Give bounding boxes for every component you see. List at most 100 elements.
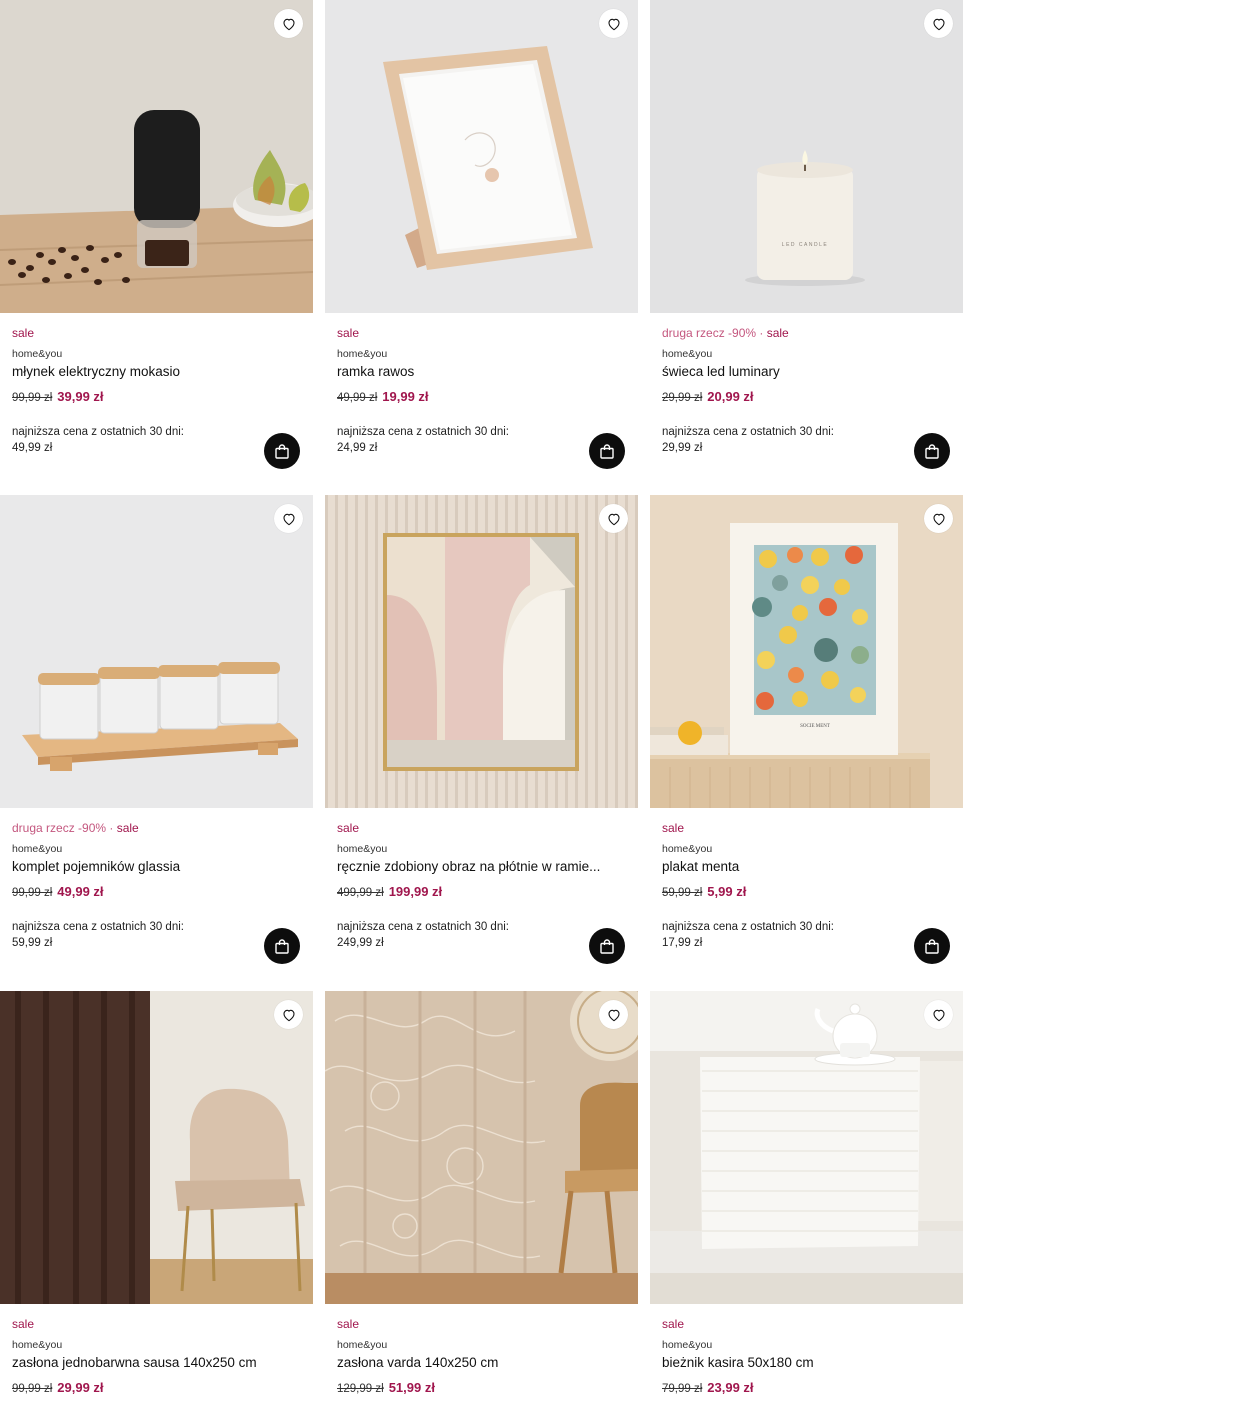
shopping-bag-icon <box>925 443 939 459</box>
old-price: 99,99 zł <box>12 1383 53 1395</box>
product-name[interactable]: młynek elektryczny mokasio <box>12 363 297 381</box>
product-card[interactable]: sale home&you zasłona jednobarwna sausa … <box>0 991 313 1397</box>
sale-price: 19,99 zł <box>382 389 429 404</box>
product-image[interactable] <box>0 991 313 1304</box>
promo-tags: sale <box>337 820 626 836</box>
product-name[interactable]: plakat menta <box>662 858 947 876</box>
sale-price: 29,99 zł <box>57 1380 104 1395</box>
product-brand: home&you <box>12 843 63 855</box>
heart-icon <box>607 513 620 525</box>
add-to-cart-button[interactable] <box>914 433 950 469</box>
lowest-price-label: najniższa cena z ostatnich 30 dni: <box>337 426 509 438</box>
old-price: 79,99 zł <box>662 1383 703 1395</box>
add-to-cart-button[interactable] <box>264 433 300 469</box>
lowest-price-label: najniższa cena z ostatnich 30 dni: <box>337 921 509 933</box>
product-brand: home&you <box>337 843 388 855</box>
wishlist-button[interactable] <box>924 1000 953 1029</box>
product-name[interactable]: zasłona varda 140x250 cm <box>337 1354 622 1372</box>
wishlist-button[interactable] <box>924 9 953 38</box>
promo-tags: sale <box>12 1316 301 1332</box>
product-prices: 79,99 zł 23,99 zł <box>662 1379 951 1397</box>
product-card[interactable]: sale home&you ręcznie zdobiony obraz na … <box>325 495 638 964</box>
wishlist-button[interactable] <box>599 9 628 38</box>
promo-tag: druga rzecz -90% <box>662 326 757 340</box>
wishlist-button[interactable] <box>599 1000 628 1029</box>
wishlist-button[interactable] <box>924 504 953 533</box>
promo-tags: druga rzecz -90% · sale <box>12 821 139 835</box>
candle-label: LED CANDLE <box>782 242 828 248</box>
wishlist-button[interactable] <box>274 9 303 38</box>
product-prices: 99,99 zł 49,99 zł <box>12 883 301 901</box>
product-image[interactable] <box>0 495 313 808</box>
product-brand: home&you <box>337 1339 388 1351</box>
photo-frame-photo <box>325 0 638 313</box>
product-brand: home&you <box>12 348 63 360</box>
table-runner-photo <box>650 991 963 1304</box>
add-to-cart-button[interactable] <box>589 433 625 469</box>
add-to-cart-button[interactable] <box>914 928 950 964</box>
sale-tag: sale <box>337 1317 360 1331</box>
lowest-price-value: 249,99 zł <box>337 937 384 949</box>
heart-icon <box>932 1009 945 1021</box>
product-card[interactable]: sale home&you młynek elektryczny mokasio… <box>0 0 313 469</box>
product-image[interactable] <box>325 991 638 1304</box>
sale-tag: sale <box>116 821 139 835</box>
promo-tags: sale <box>662 1316 951 1332</box>
heart-icon <box>607 18 620 30</box>
product-card[interactable]: SOCIE MENT sale home&you plakat menta 59… <box>650 495 963 964</box>
coffee-grinder-photo <box>0 0 313 313</box>
product-prices: 59,99 zł 5,99 zł <box>662 883 951 901</box>
lowest-price-info: najniższa cena z ostatnich 30 dni: 17,99 … <box>662 919 882 951</box>
sale-tag: sale <box>337 821 360 835</box>
add-to-cart-button[interactable] <box>589 928 625 964</box>
product-name[interactable]: ręcznie zdobiony obraz na płótnie w rami… <box>337 858 622 876</box>
product-name[interactable]: zasłona jednobarwna sausa 140x250 cm <box>12 1354 297 1372</box>
promo-tags: sale <box>337 1316 626 1332</box>
product-image[interactable] <box>650 991 963 1304</box>
sale-tag: sale <box>766 326 789 340</box>
sale-price: 199,99 zł <box>388 884 443 899</box>
product-card[interactable]: druga rzecz -90% · sale home&you komplet… <box>0 495 313 964</box>
product-image[interactable]: SOCIE MENT <box>650 495 963 808</box>
product-image[interactable]: LED CANDLE <box>650 0 963 313</box>
product-name[interactable]: komplet pojemników glassia <box>12 858 297 876</box>
lowest-price-label: najniższa cena z ostatnich 30 dni: <box>12 921 184 933</box>
lowest-price-value: 29,99 zł <box>662 442 703 454</box>
product-prices: 99,99 zł 29,99 zł <box>12 1379 301 1397</box>
sale-tag: sale <box>12 1317 35 1331</box>
product-brand: home&you <box>337 348 388 360</box>
old-price: 129,99 zł <box>337 1383 384 1395</box>
product-card[interactable]: sale home&you ramka rawos 49,99 zł 19,99 … <box>325 0 638 469</box>
wishlist-button[interactable] <box>599 504 628 533</box>
product-card[interactable]: sale home&you zasłona varda 140x250 cm 1… <box>325 991 638 1397</box>
product-image[interactable] <box>0 0 313 313</box>
lowest-price-value: 17,99 zł <box>662 937 703 949</box>
product-card[interactable]: LED CANDLE druga rzecz -90% · sale home&… <box>650 0 963 469</box>
lowest-price-value: 59,99 zł <box>12 937 53 949</box>
product-card[interactable]: sale home&you bieżnik kasira 50x180 cm 7… <box>650 991 963 1397</box>
add-to-cart-button[interactable] <box>264 928 300 964</box>
lowest-price-info: najniższa cena z ostatnich 30 dni: 59,99 … <box>12 919 232 951</box>
shopping-bag-icon <box>275 443 289 459</box>
wishlist-button[interactable] <box>274 1000 303 1029</box>
led-candle-photo: LED CANDLE <box>650 0 963 313</box>
product-name[interactable]: świeca led luminary <box>662 363 947 381</box>
product-name[interactable]: bieżnik kasira 50x180 cm <box>662 1354 947 1372</box>
wishlist-button[interactable] <box>274 504 303 533</box>
shopping-bag-icon <box>600 938 614 954</box>
promo-tags: druga rzecz -90% · sale <box>662 326 789 340</box>
promo-tag: druga rzecz -90% <box>12 821 107 835</box>
lowest-price-info: najniższa cena z ostatnich 30 dni: 49,99 … <box>12 424 232 456</box>
product-image[interactable] <box>325 495 638 808</box>
product-prices: 129,99 zł 51,99 zł <box>337 1379 626 1397</box>
sale-tag: sale <box>337 326 360 340</box>
product-prices: 29,99 zł 20,99 zł <box>662 388 951 406</box>
heart-icon <box>282 513 295 525</box>
old-price: 29,99 zł <box>662 392 703 404</box>
product-image[interactable] <box>325 0 638 313</box>
heart-icon <box>607 1009 620 1021</box>
sale-price: 5,99 zł <box>707 884 747 899</box>
promo-tags: sale <box>12 325 301 341</box>
product-name[interactable]: ramka rawos <box>337 363 622 381</box>
lowest-price-info: najniższa cena z ostatnich 30 dni: 29,99 … <box>662 424 882 456</box>
